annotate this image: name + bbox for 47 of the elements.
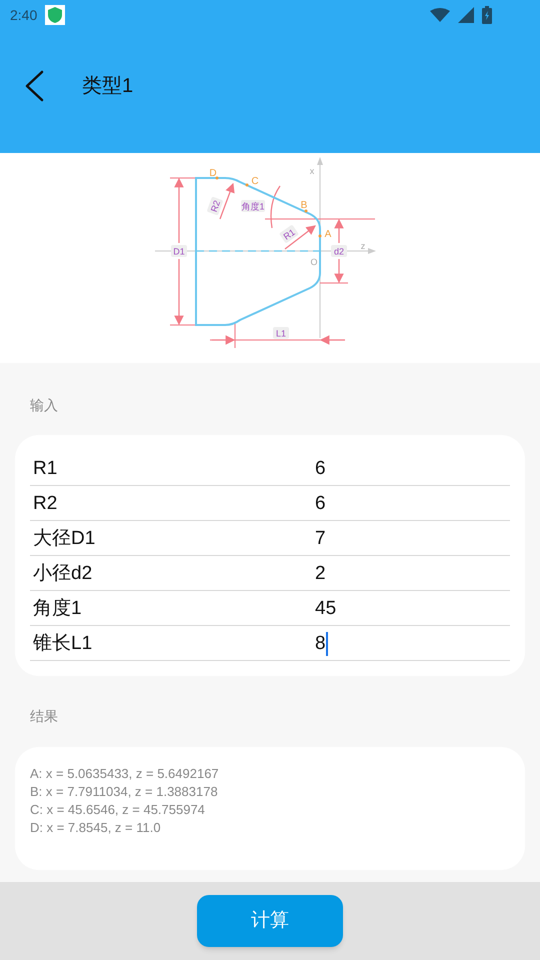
signal-icon (458, 7, 474, 23)
field-label: 角度1 (32, 596, 83, 620)
result-line: D: x = 7.8545, z = 11.0 (30, 819, 162, 837)
radius-arrow (284, 225, 316, 250)
dimension-arrow (334, 218, 344, 243)
input-field[interactable]: 6 (315, 454, 326, 483)
dimension-arrow (174, 259, 184, 326)
dimension-label: R2 (206, 196, 224, 216)
radius-arrow (219, 182, 235, 220)
result-line: B: x = 7.7911034, z = 1.3883178 (30, 783, 219, 801)
axis-label: z (360, 241, 366, 251)
battery-icon (482, 6, 492, 24)
axis-label: x (310, 166, 314, 176)
dimension-label: D1 (171, 245, 187, 257)
result-line: A: x = 5.0635433, z = 5.6492167 (30, 765, 220, 783)
input-field[interactable]: 45 (315, 594, 336, 623)
dimension-arrow (212, 335, 236, 345)
input-field[interactable]: 2 (315, 560, 326, 588)
point-label: A (324, 229, 332, 240)
dimension-label: R1 (279, 224, 299, 244)
page-title: 类型1 (82, 74, 134, 98)
field-label: R2 (32, 492, 58, 516)
dimension-label: L1 (273, 327, 289, 339)
result-line: C: x = 45.6546, z = 45.755974 (30, 801, 206, 819)
section-title: 结果 (29, 707, 59, 726)
status-time: 2:40 (10, 6, 38, 24)
dimension-arrow (174, 178, 184, 243)
field-label: 锥长L1 (32, 632, 94, 656)
dimension-arrow (334, 259, 344, 284)
input-field[interactable]: 8 (315, 630, 328, 658)
angle-arc (270, 186, 280, 228)
dimension-label: d2 (331, 245, 347, 257)
field-label: 小径d2 (32, 562, 94, 586)
point-label: D (209, 168, 217, 179)
axis-label: O (310, 257, 318, 267)
input-field[interactable]: 6 (315, 490, 326, 518)
point-label: C (251, 176, 259, 187)
shield-icon (45, 5, 66, 25)
point-label: B (300, 200, 308, 211)
dimension-arrow (320, 335, 345, 345)
field-label: 大径D1 (32, 526, 96, 550)
input-field[interactable]: 7 (315, 524, 326, 553)
field-label: R1 (32, 456, 58, 480)
dimension-label: 角度1 (241, 200, 265, 212)
back-icon (24, 70, 44, 102)
section-title: 输入 (29, 396, 59, 415)
wifi-icon (430, 8, 450, 22)
